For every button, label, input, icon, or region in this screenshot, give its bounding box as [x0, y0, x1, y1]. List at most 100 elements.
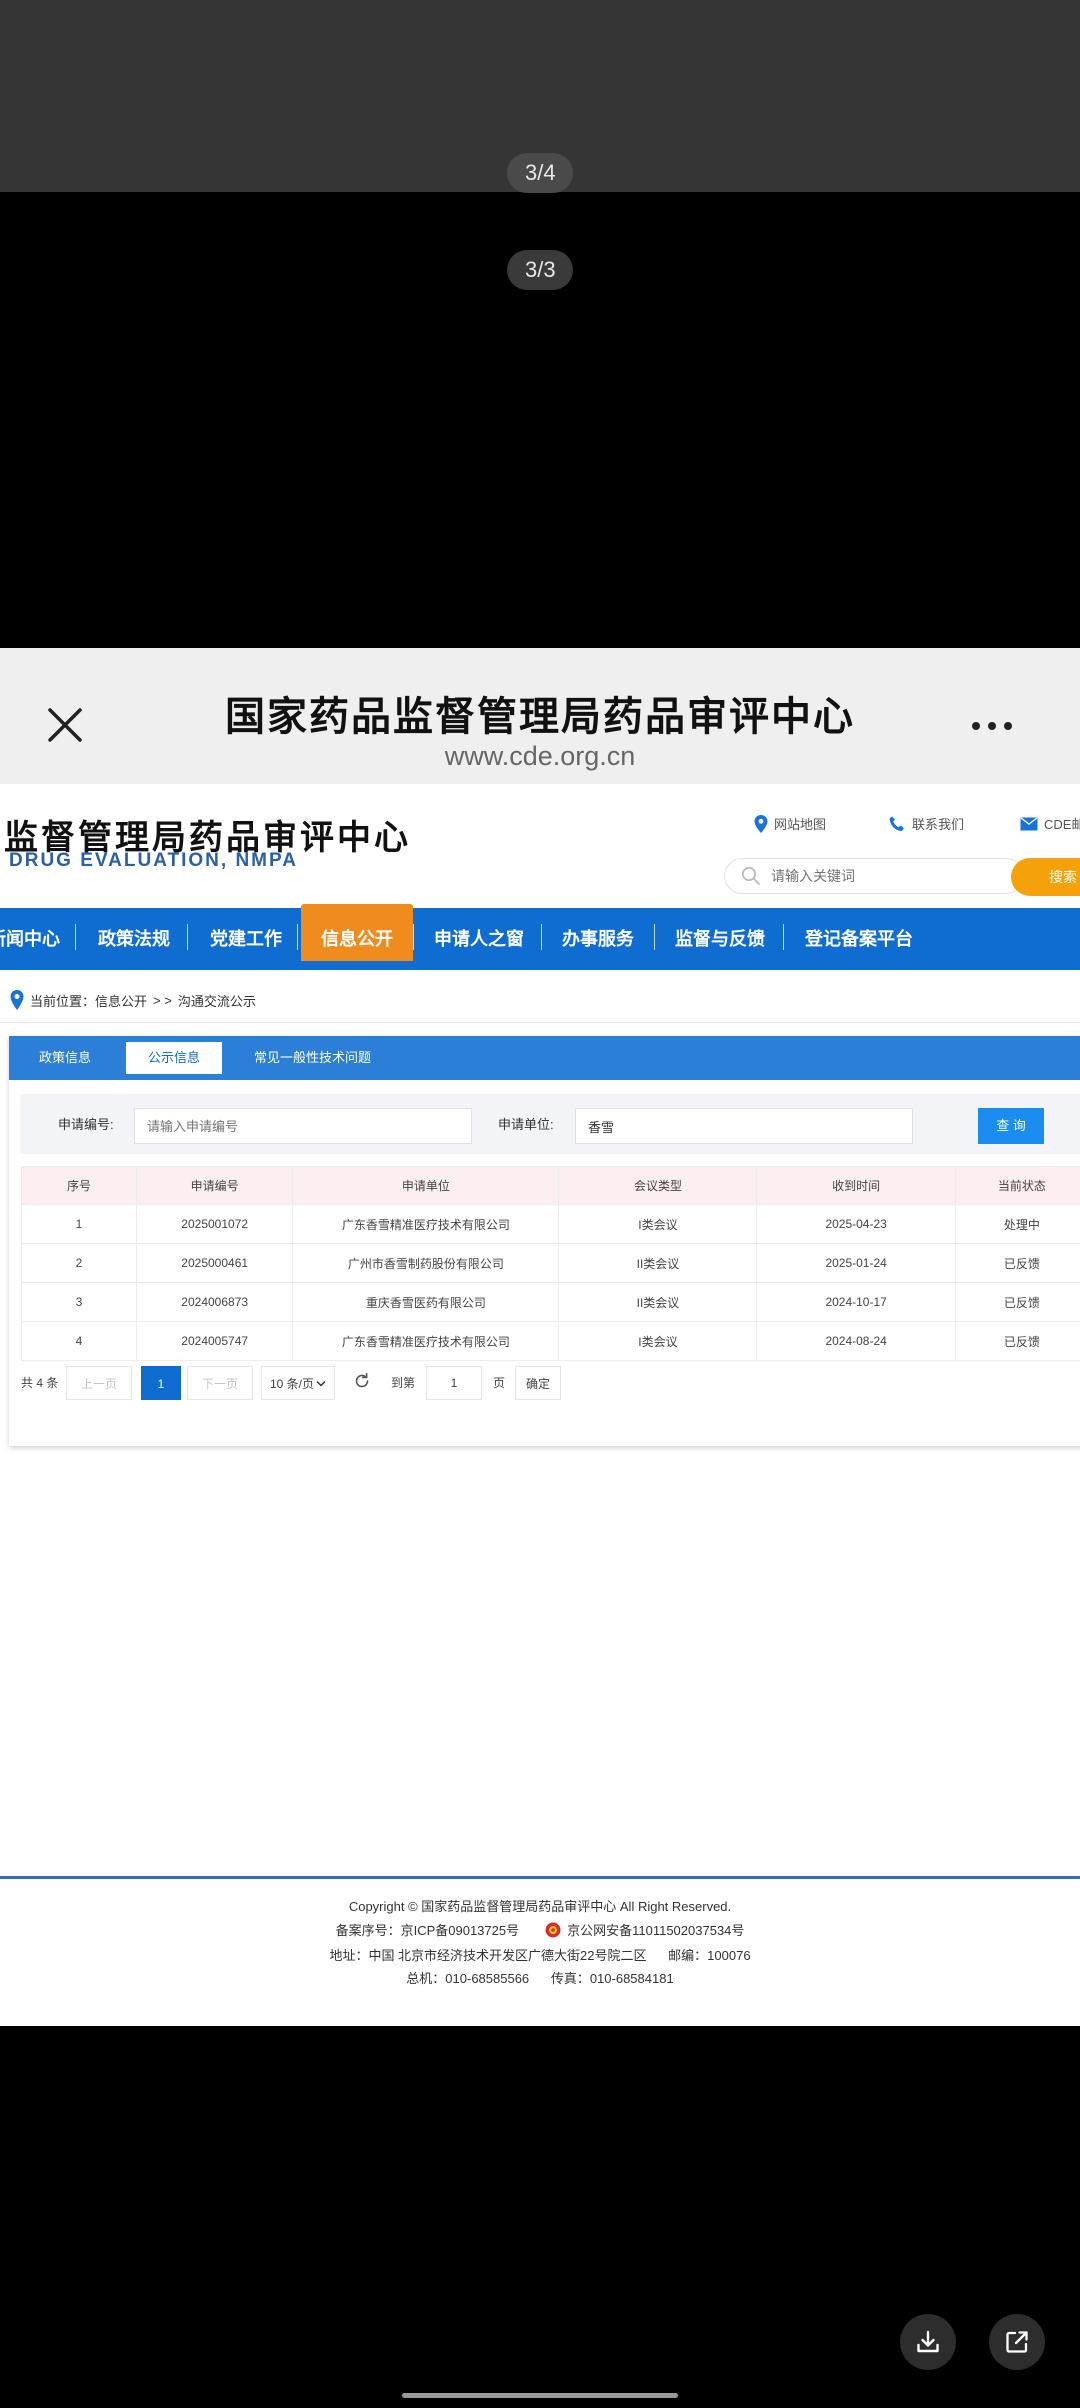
nav-item-services[interactable]: 办事服务 — [562, 908, 634, 970]
refresh-button[interactable] — [353, 1366, 373, 1400]
nav-separator — [783, 924, 784, 950]
footer-divider — [0, 1876, 1080, 1879]
page-number-button[interactable]: 1 — [141, 1366, 181, 1400]
mail-icon — [1020, 816, 1038, 830]
webpage: 监督管理局药品审评中心 DRUG EVALUATION, NMPA 网站地图 联… — [0, 784, 1080, 2026]
home-indicator[interactable] — [402, 2393, 678, 2398]
search-box — [724, 858, 1024, 894]
nav-separator — [541, 924, 542, 950]
table-row: 4 2024005747 广东香雪精准医疗技术有限公司 I类会议 2024-08… — [20, 1321, 1080, 1361]
footer-copyright: Copyright © 国家药品监督管理局药品审评中心 All Right Re… — [348, 1899, 732, 1914]
contact-link[interactable]: 联系我们 — [888, 814, 964, 833]
cell-received-time: 2024-10-17 — [756, 1282, 956, 1322]
tab-common-tech-questions[interactable]: 常见一般性技术问题 — [232, 1042, 393, 1074]
footer-record-row: 备案序号：京ICP备09013725号 京公网安备11011502037534号 — [0, 1920, 1080, 1939]
nav-item-applicant[interactable]: 申请人之窗 — [434, 908, 524, 970]
query-button[interactable]: 查 询 — [978, 1108, 1044, 1144]
police-badge-icon — [545, 1922, 561, 1937]
breadcrumb: 当前位置： 信息公开 > > 沟通交流公示 — [10, 990, 256, 1010]
nav-separator — [654, 924, 655, 950]
open-external-button[interactable] — [989, 2314, 1045, 2370]
goto-page-input[interactable] — [426, 1366, 482, 1400]
col-header-application-no: 申请编号 — [136, 1166, 294, 1205]
nav-item-policy[interactable]: 政策法规 — [98, 908, 170, 970]
cde-mail-link[interactable]: CDE邮 — [1020, 814, 1080, 833]
nav-item-news[interactable]: 新闻中心 — [0, 908, 60, 970]
sitemap-label: 网站地图 — [774, 817, 827, 832]
cell-meeting-type: II类会议 — [558, 1243, 758, 1283]
application-no-label: 申请编号: — [58, 1117, 114, 1132]
results-table: 序号 申请编号 申请单位 会议类型 收到时间 当前状态 1 2025001072… — [20, 1166, 1080, 1361]
breadcrumb-current[interactable]: 沟通交流公示 — [178, 991, 256, 1010]
pagination: 共 4 条 上一页 1 下一页 10 条/页 到第 页 确定 — [21, 1366, 1080, 1400]
nav-separator — [187, 924, 188, 950]
external-link-icon — [1006, 2331, 1028, 2353]
nav-item-registration[interactable]: 登记备案平台 — [805, 908, 913, 970]
phone-icon — [889, 816, 904, 831]
col-header-index: 序号 — [20, 1166, 138, 1205]
footer-icp[interactable]: 备案序号：京ICP备09013725号 — [336, 1920, 520, 1939]
filter-row: 申请编号: 申请单位: 查 询 — [20, 1094, 1080, 1154]
cell-application-no: 2025000461 — [136, 1243, 294, 1283]
cell-application-no: 2024006873 — [136, 1282, 294, 1322]
cell-received-time: 2025-01-24 — [756, 1243, 956, 1283]
breadcrumb-prefix: 当前位置： — [30, 993, 96, 1009]
image-counter-previous: 3/4 — [507, 153, 573, 193]
tab-public-info[interactable]: 公示信息 — [126, 1042, 223, 1074]
next-page-button[interactable]: 下一页 — [187, 1366, 253, 1400]
tab-policy-info[interactable]: 政策信息 — [17, 1042, 113, 1074]
image-counter: 3/3 — [507, 250, 573, 290]
download-icon — [917, 2330, 939, 2353]
applicant-input[interactable] — [575, 1108, 913, 1144]
table-row: 2 2025000461 广州市香雪制药股份有限公司 II类会议 2025-01… — [20, 1243, 1080, 1283]
download-button[interactable] — [900, 2314, 956, 2370]
cell-applicant: 重庆香雪医药有限公司 — [292, 1282, 560, 1322]
goto-confirm-button[interactable]: 确定 — [515, 1366, 561, 1400]
content-card: 政策信息 公示信息 常见一般性技术问题 申请编号: 申请单位: 查 询 序号 — [9, 1036, 1080, 1446]
cell-index: 1 — [20, 1204, 138, 1244]
cell-applicant: 广州市香雪制药股份有限公司 — [292, 1243, 560, 1283]
cell-applicant: 广东香雪精准医疗技术有限公司 — [292, 1204, 560, 1244]
footer-address: 地址：中国 北京市经济技术开发区广德大街22号院二区 邮编：100076 — [329, 1948, 751, 1963]
cell-status: 已反馈 — [954, 1243, 1080, 1283]
prev-page-button[interactable]: 上一页 — [66, 1366, 132, 1400]
cell-status: 已反馈 — [954, 1282, 1080, 1322]
cell-status: 已反馈 — [954, 1321, 1080, 1361]
nav-item-party[interactable]: 党建工作 — [210, 908, 282, 970]
cell-meeting-type: I类会议 — [558, 1204, 758, 1244]
goto-label: 到第 — [391, 1376, 416, 1390]
pagination-total: 共 4 条 — [21, 1376, 59, 1390]
cell-index: 4 — [20, 1321, 138, 1361]
tab-bar: 政策信息 公示信息 常见一般性技术问题 — [9, 1036, 1080, 1080]
footer-police-record[interactable]: 京公网安备11011502037534号 — [545, 1920, 744, 1939]
table-row: 3 2024006873 重庆香雪医药有限公司 II类会议 2024-10-17… — [20, 1282, 1080, 1322]
cell-status: 处理中 — [954, 1204, 1080, 1244]
search-button[interactable]: 搜索 — [1011, 858, 1080, 896]
nav-separator — [75, 924, 76, 950]
col-header-received-time: 收到时间 — [756, 1166, 956, 1205]
nav-item-info-public[interactable]: 信息公开 — [321, 908, 393, 970]
table-row: 1 2025001072 广东香雪精准医疗技术有限公司 I类会议 2025-04… — [20, 1204, 1080, 1244]
sitemap-link[interactable]: 网站地图 — [754, 814, 826, 833]
search-icon — [741, 866, 760, 885]
cell-received-time: 2025-04-23 — [756, 1204, 956, 1244]
application-no-input[interactable] — [134, 1108, 472, 1144]
col-header-status: 当前状态 — [954, 1166, 1080, 1205]
more-dots-icon — [972, 722, 980, 730]
more-dots-icon — [988, 722, 996, 730]
nav-separator — [413, 924, 414, 950]
nav-item-supervision[interactable]: 监督与反馈 — [675, 908, 765, 970]
search-input[interactable] — [771, 868, 991, 884]
col-header-meeting-type: 会议类型 — [558, 1166, 758, 1205]
footer-police-text: 京公网安备11011502037534号 — [567, 1923, 745, 1938]
page-unit-label: 页 — [493, 1376, 506, 1390]
col-header-applicant: 申请单位 — [292, 1166, 560, 1205]
cell-meeting-type: I类会议 — [558, 1321, 758, 1361]
footer-phone: 总机：010-68585566 传真：010-68584181 — [406, 1971, 674, 1986]
page-title: 国家药品监督管理局药品审评中心 — [225, 695, 855, 739]
cell-application-no: 2024005747 — [136, 1321, 294, 1361]
cell-applicant: 广东香雪精准医疗技术有限公司 — [292, 1321, 560, 1361]
breadcrumb-info-public[interactable]: 信息公开 — [95, 991, 147, 1010]
page-size-select[interactable]: 10 条/页 — [261, 1366, 335, 1400]
more-options-button[interactable] — [968, 712, 1022, 740]
